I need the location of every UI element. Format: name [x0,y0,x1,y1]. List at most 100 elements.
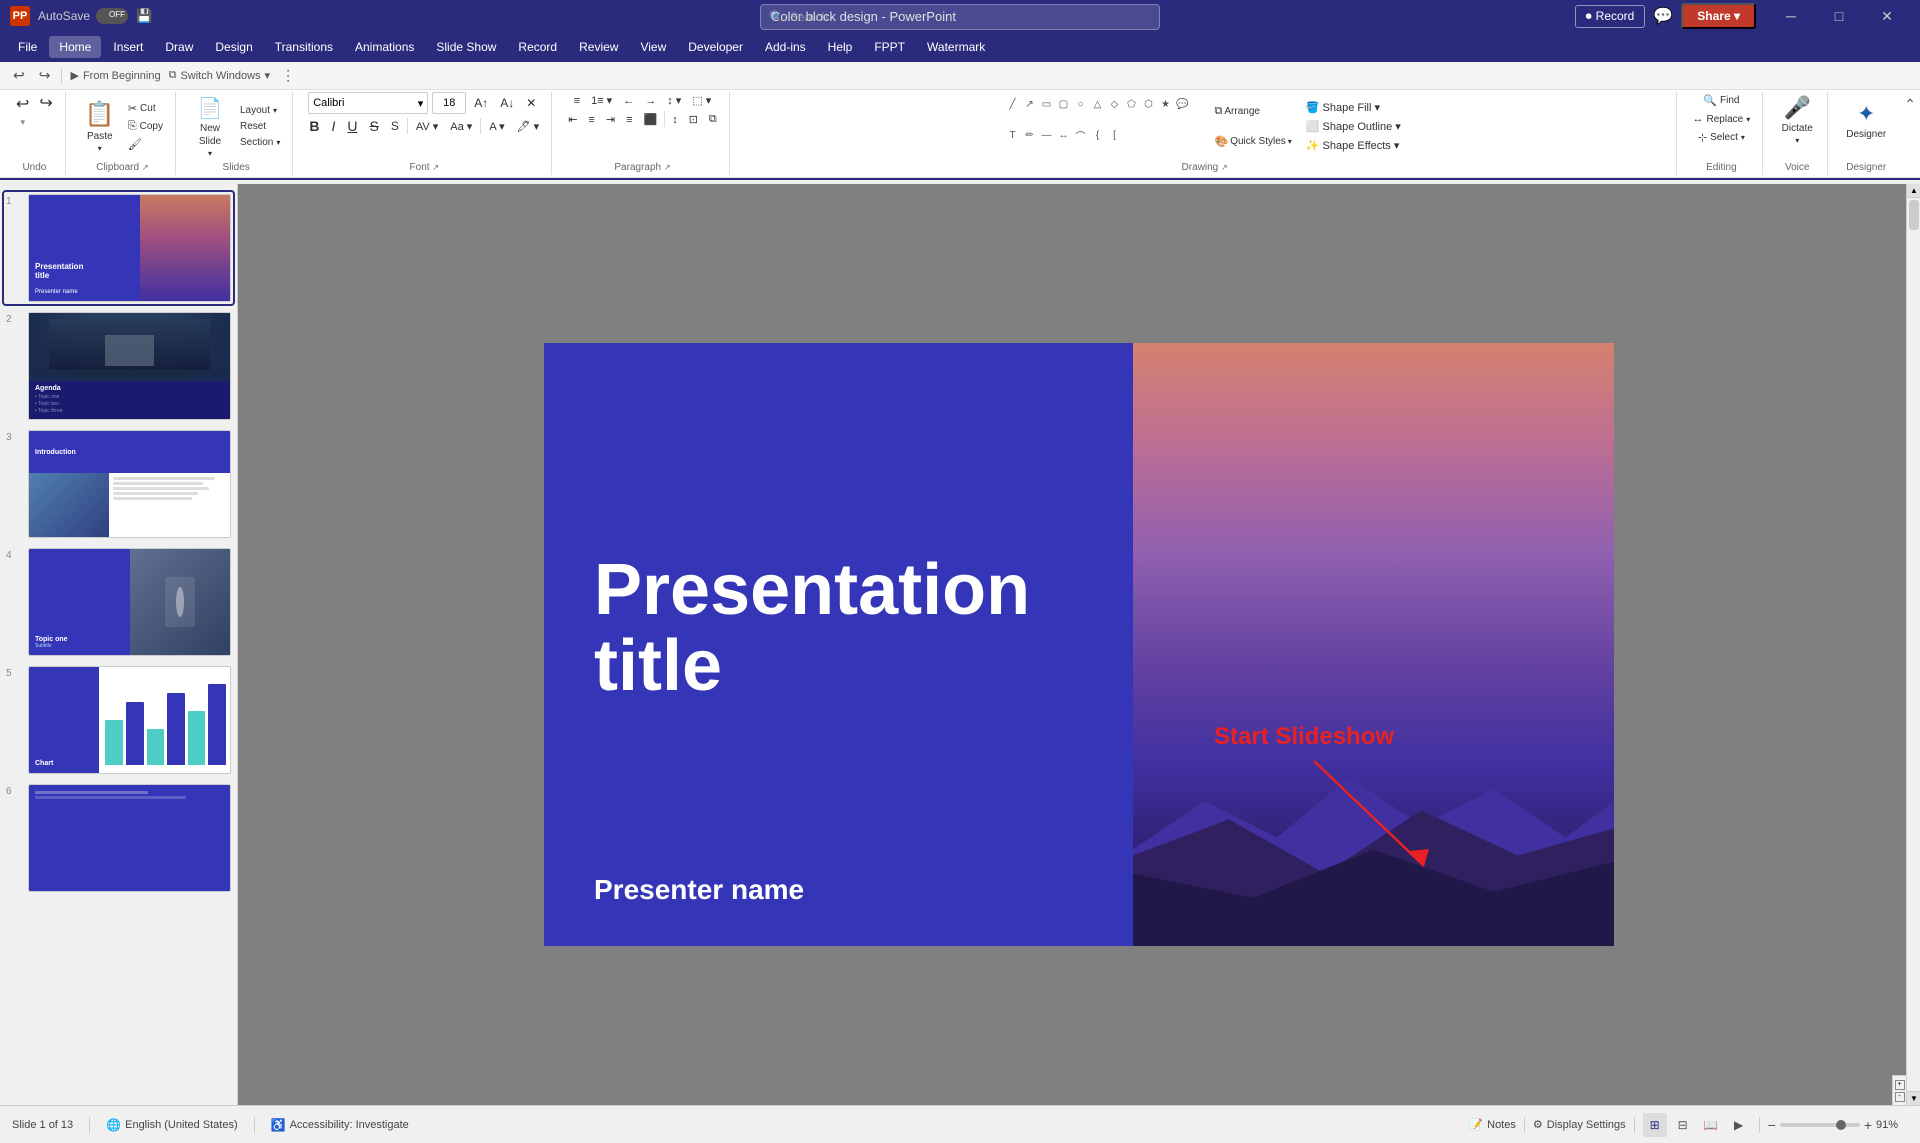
autosave-toggle-switch[interactable] [96,8,128,24]
menu-design[interactable]: Design [205,36,262,58]
font-shrink-button[interactable]: A↓ [496,94,518,112]
align-right-button[interactable]: ⇥ [602,111,619,128]
display-settings-button[interactable]: ⚙ Display Settings [1533,1118,1626,1131]
font-color-button[interactable]: A ▾ [485,118,508,135]
shape-line[interactable]: ╱ [1005,97,1021,113]
close-button[interactable]: ✕ [1864,0,1910,32]
redo-button[interactable]: ↪ [36,65,54,86]
find-button[interactable]: 🔍 Find [1699,92,1743,109]
language-selector[interactable]: 🌐 English (United States) [106,1118,237,1132]
shape-callout[interactable]: 💬 [1175,97,1191,113]
from-beginning-button[interactable]: ▶ From Beginning [70,69,160,82]
align-center-button[interactable]: ≡ [584,111,598,128]
undo-button[interactable]: ↩ [10,65,28,86]
change-case-button[interactable]: Aa ▾ [446,118,476,135]
vertical-scrollbar[interactable]: ▲ ▼ [1906,184,1920,1105]
font-name-selector[interactable]: Calibri ▾ [308,92,428,114]
shapes-gallery[interactable]: ╱ ↗ ▭ ▢ ○ △ ◇ ⬠ ⬡ ★ 💬 T ✏ — ↔ ⌒ { [1005,97,1205,157]
maximize-button[interactable]: □ [1816,0,1862,32]
slide-thumb-5[interactable]: 5 Chart [4,664,233,776]
search-bar[interactable]: 🔍 Search [760,4,1160,30]
italic-button[interactable]: I [327,116,339,136]
justify-button[interactable]: ≡ [622,111,636,128]
zoom-out-button[interactable]: − [1768,1117,1776,1133]
slide-thumb-6[interactable]: 6 [4,782,233,894]
arrange-button[interactable]: ⧉ Arrange [1209,98,1298,126]
slide-main-title[interactable]: Presentation title [594,553,1083,704]
zoom-in-button[interactable]: + [1864,1117,1872,1133]
increase-indent-button[interactable]: → [641,92,660,109]
font-grow-button[interactable]: A↑ [470,94,492,112]
align-left-button[interactable]: ⇤ [564,111,581,128]
reading-view-button[interactable]: 📖 [1699,1113,1723,1137]
scroll-up-button[interactable]: ▲ [1907,184,1920,198]
menu-review[interactable]: Review [569,36,628,58]
customize-qat-button[interactable]: ⋮ [278,65,298,86]
smart-art-button[interactable]: ⊡ [685,111,702,128]
shape-connector[interactable]: — [1039,127,1055,143]
shape-diamond[interactable]: ◇ [1107,97,1123,113]
underline-button[interactable]: U [343,116,361,136]
layout-button[interactable]: Layout▾ [236,103,284,118]
char-spacing-button[interactable]: AV ▾ [412,118,442,135]
scroll-down-button[interactable]: ▼ [1907,1091,1920,1105]
zoom-level-display[interactable]: 91% [1876,1119,1908,1131]
normal-view-button[interactable]: ⊞ [1643,1113,1667,1137]
bold-button[interactable]: B [305,116,323,136]
shape-hexagon[interactable]: ⬡ [1141,97,1157,113]
menu-transitions[interactable]: Transitions [265,36,343,58]
shape-triangle[interactable]: △ [1090,97,1106,113]
undo-ribbon-button[interactable]: ↩ ▾ [12,92,33,114]
new-slide-button[interactable]: 📄 New Slide ▾ [188,99,232,155]
shadow-button[interactable]: S [387,117,403,135]
section-button[interactable]: Section▾ [236,135,284,150]
minimize-button[interactable]: ─ [1768,0,1814,32]
shape-textbox[interactable]: T [1005,127,1021,143]
zoom-out-canvas-button[interactable]: - [1895,1092,1905,1102]
shape-outline-button[interactable]: ⬜ Shape Outline ▾ [1302,118,1405,135]
slide-thumb-2[interactable]: 2 Agenda • Topic one• Topic two• Topic t… [4,310,233,422]
text-direction-button[interactable]: ↕ [668,111,682,128]
shape-arrow[interactable]: ↗ [1022,97,1038,113]
menu-insert[interactable]: Insert [103,36,153,58]
slide-presenter-name[interactable]: Presenter name [594,874,1083,906]
strikethrough-button[interactable]: S [366,116,383,136]
scrollbar-thumb[interactable] [1909,200,1919,230]
menu-home[interactable]: Home [49,36,101,58]
dictate-button[interactable]: 🎤 Dictate ▾ [1775,92,1819,148]
designer-button[interactable]: ✦ Designer [1840,92,1892,148]
switch-windows-button[interactable]: ⧉ Switch Windows ▾ [169,69,270,82]
save-icon[interactable]: 💾 [136,8,152,24]
menu-addins[interactable]: Add-ins [755,36,816,58]
clear-format-button[interactable]: ✕ [522,94,540,112]
decrease-indent-button[interactable]: ← [619,92,638,109]
comment-icon[interactable]: 💬 [1653,6,1673,26]
select-button[interactable]: ⊹ Select ▾ [1694,129,1749,146]
menu-watermark[interactable]: Watermark [917,36,995,58]
shape-oval[interactable]: ○ [1073,97,1089,113]
menu-file[interactable]: File [8,36,47,58]
record-button[interactable]: ⏺ Record [1575,5,1646,28]
share-button[interactable]: Share ▾ [1681,3,1756,29]
fit-slide-button[interactable]: + [1895,1080,1905,1090]
format-painter-button[interactable]: 🖌 [124,136,167,153]
menu-fppt[interactable]: FPPT [864,36,915,58]
line-spacing-button[interactable]: ↕ ▾ [663,92,685,109]
convert-list-button[interactable]: ⧉ [705,111,721,128]
shape-pentagon[interactable]: ⬠ [1124,97,1140,113]
menu-record[interactable]: Record [508,36,567,58]
reset-button[interactable]: Reset [236,119,284,134]
shape-rounded-rect[interactable]: ▢ [1056,97,1072,113]
slide-thumb-1[interactable]: 1 Presentationtitle Presenter name [4,192,233,304]
shape-bracket[interactable]: [ [1107,127,1123,143]
notes-button[interactable]: 📝 Notes [1469,1118,1515,1131]
shape-brace[interactable]: { [1090,127,1106,143]
quick-styles-button[interactable]: 🎨 Quick Styles ▾ [1209,128,1298,156]
accessibility-checker[interactable]: ♿ Accessibility: Investigate [271,1118,409,1132]
menu-slideshow[interactable]: Slide Show [426,36,506,58]
slideshow-button[interactable]: ▶ [1727,1113,1751,1137]
shape-fill-button[interactable]: 🪣 Shape Fill ▾ [1302,99,1405,116]
menu-draw[interactable]: Draw [155,36,203,58]
menu-view[interactable]: View [630,36,676,58]
font-size-input[interactable]: 18 [432,92,466,114]
